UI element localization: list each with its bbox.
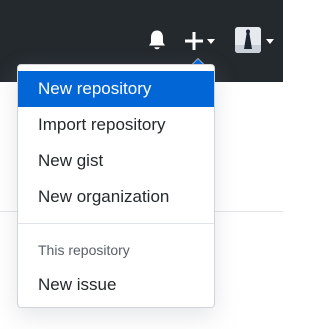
avatar xyxy=(235,27,261,53)
notifications-button[interactable] xyxy=(147,29,167,51)
profile-menu-button[interactable] xyxy=(235,27,279,55)
menu-item-new-issue[interactable]: New issue xyxy=(18,267,214,303)
menu-item-new-organization[interactable]: New organization xyxy=(18,179,214,215)
menu-item-import-repository[interactable]: Import repository xyxy=(18,107,214,143)
menu-item-new-gist[interactable]: New gist xyxy=(18,143,214,179)
menu-section-header: This repository xyxy=(38,242,130,258)
plus-icon xyxy=(185,32,203,50)
chevron-down-icon xyxy=(266,39,274,44)
menu-item-new-repository[interactable]: New repository xyxy=(18,71,214,107)
menu-divider xyxy=(18,223,214,224)
create-new-button[interactable] xyxy=(184,30,218,52)
bell-icon xyxy=(149,30,165,50)
chevron-down-icon xyxy=(207,39,215,44)
create-dropdown-menu: New repository Import repository New gis… xyxy=(17,64,215,308)
